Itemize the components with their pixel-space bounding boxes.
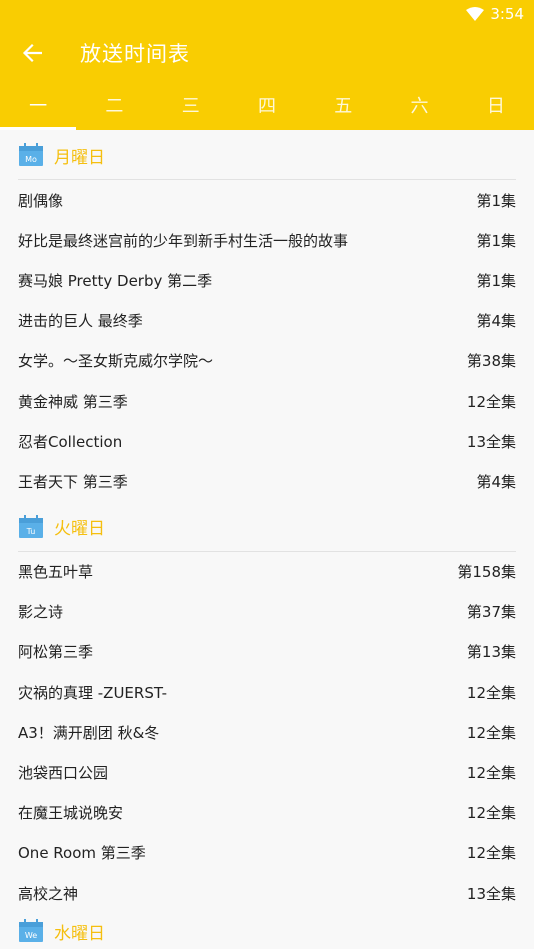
schedule-list[interactable]: Mo 月曜日 剧偶像 第1集 好比是最终迷宫前的少年到新手村生活一般的故事 第1集 …: [0, 130, 534, 949]
list-item[interactable]: 在魔王城说晚安 12全集: [0, 793, 534, 833]
section-divider: [18, 550, 516, 552]
tab-saturday[interactable]: 六: [381, 80, 457, 130]
episode-count: 第4集: [476, 472, 516, 491]
anime-title: 灾祸的真理 -ZUERST-: [18, 683, 168, 702]
section-title: 月曜日: [54, 147, 105, 168]
anime-title: One Room 第三季: [18, 844, 146, 863]
section-title: 水曜日: [54, 923, 105, 944]
tab-wednesday[interactable]: 三: [153, 80, 229, 130]
tab-friday[interactable]: 五: [305, 80, 381, 130]
toolbar: 放送时间表: [0, 26, 534, 80]
arrow-back-icon: [22, 43, 42, 63]
list-item[interactable]: 好比是最终迷宫前的少年到新手村生活一般的故事 第1集: [0, 220, 534, 260]
tab-tuesday[interactable]: 二: [76, 80, 152, 130]
list-item[interactable]: 进击的巨人 最终季 第4集: [0, 301, 534, 341]
list-item[interactable]: 赛马娘 Pretty Derby 第二季 第1集: [0, 260, 534, 300]
section-header-tuesday: Tu 火曜日: [0, 502, 534, 552]
list-item[interactable]: 阿松第三季 第13集: [0, 632, 534, 672]
status-time: 3:54: [490, 5, 524, 23]
list-item[interactable]: 忍者Collection 13全集: [0, 421, 534, 461]
section-divider: [18, 179, 516, 180]
episode-count: 13全集: [466, 432, 516, 451]
list-item[interactable]: 灾祸的真理 -ZUERST- 12全集: [0, 672, 534, 712]
calendar-icon: We: [19, 919, 43, 943]
anime-title: 高校之神: [18, 884, 79, 903]
anime-title: 影之诗: [18, 603, 64, 622]
episode-count: 第1集: [476, 191, 516, 210]
anime-title: A3！满开剧团 秋&冬: [18, 723, 160, 742]
list-item[interactable]: 女学。～圣女斯克威尔学院～ 第38集: [0, 341, 534, 381]
wifi-icon: [466, 7, 485, 21]
episode-count: 12全集: [466, 723, 516, 742]
anime-title: 王者天下 第三季: [18, 472, 128, 491]
list-item[interactable]: 影之诗 第37集: [0, 592, 534, 632]
anime-title: 池袋西口公园: [18, 764, 109, 783]
list-item[interactable]: 高校之神 13全集: [0, 873, 534, 913]
calendar-icon-label: Mo: [25, 155, 37, 164]
tab-monday[interactable]: 一: [0, 80, 77, 130]
list-item[interactable]: 剧偶像 第1集: [0, 180, 534, 220]
app-bar: 3:54 放送时间表 一 二 三 四 五 六 日: [0, 0, 534, 130]
status-bar: 3:54: [466, 4, 524, 24]
section-header-monday: Mo 月曜日: [0, 130, 534, 180]
back-button[interactable]: [0, 26, 64, 80]
anime-title: 黄金神威 第三季: [18, 392, 128, 411]
anime-title: 忍者Collection: [18, 432, 123, 451]
anime-title: 女学。～圣女斯克威尔学院～: [18, 352, 214, 371]
calendar-icon-label: Tu: [26, 527, 36, 536]
episode-count: 第158集: [457, 563, 516, 582]
calendar-icon-label: We: [25, 931, 37, 940]
list-item[interactable]: 池袋西口公园 12全集: [0, 752, 534, 792]
list-item[interactable]: 黄金神威 第三季 12全集: [0, 381, 534, 421]
calendar-icon: Tu: [19, 514, 43, 538]
list-item[interactable]: 黑色五叶草 第158集: [0, 552, 534, 592]
episode-count: 12全集: [466, 683, 516, 702]
list-item[interactable]: 王者天下 第三季 第4集: [0, 461, 534, 501]
anime-title: 黑色五叶草: [18, 563, 94, 582]
episode-count: 12全集: [466, 764, 516, 783]
weekday-tabs: 一 二 三 四 五 六 日: [0, 80, 534, 130]
section-header-wednesday: We 水曜日: [0, 913, 534, 949]
anime-title: 进击的巨人 最终季: [18, 312, 143, 331]
anime-title: 阿松第三季: [18, 643, 94, 662]
tab-sunday[interactable]: 日: [458, 80, 534, 130]
episode-count: 12全集: [466, 392, 516, 411]
episode-count: 第38集: [466, 352, 516, 371]
episode-count: 第1集: [476, 231, 516, 250]
episode-count: 第1集: [476, 271, 516, 290]
page-title: 放送时间表: [80, 42, 190, 66]
episode-count: 12全集: [466, 844, 516, 863]
tab-thursday[interactable]: 四: [229, 80, 305, 130]
anime-title: 好比是最终迷宫前的少年到新手村生活一般的故事: [18, 231, 349, 250]
episode-count: 第4集: [476, 312, 516, 331]
anime-title: 赛马娘 Pretty Derby 第二季: [18, 271, 213, 290]
episode-count: 第13集: [466, 643, 516, 662]
episode-count: 12全集: [466, 804, 516, 823]
section-title: 火曜日: [54, 519, 105, 539]
list-item[interactable]: A3！满开剧团 秋&冬 12全集: [0, 712, 534, 752]
episode-count: 13全集: [466, 884, 516, 903]
anime-title: 剧偶像: [18, 191, 64, 210]
list-item[interactable]: One Room 第三季 12全集: [0, 833, 534, 873]
calendar-icon: Mo: [19, 143, 43, 166]
anime-title: 在魔王城说晚安: [18, 804, 124, 823]
episode-count: 第37集: [466, 603, 516, 622]
